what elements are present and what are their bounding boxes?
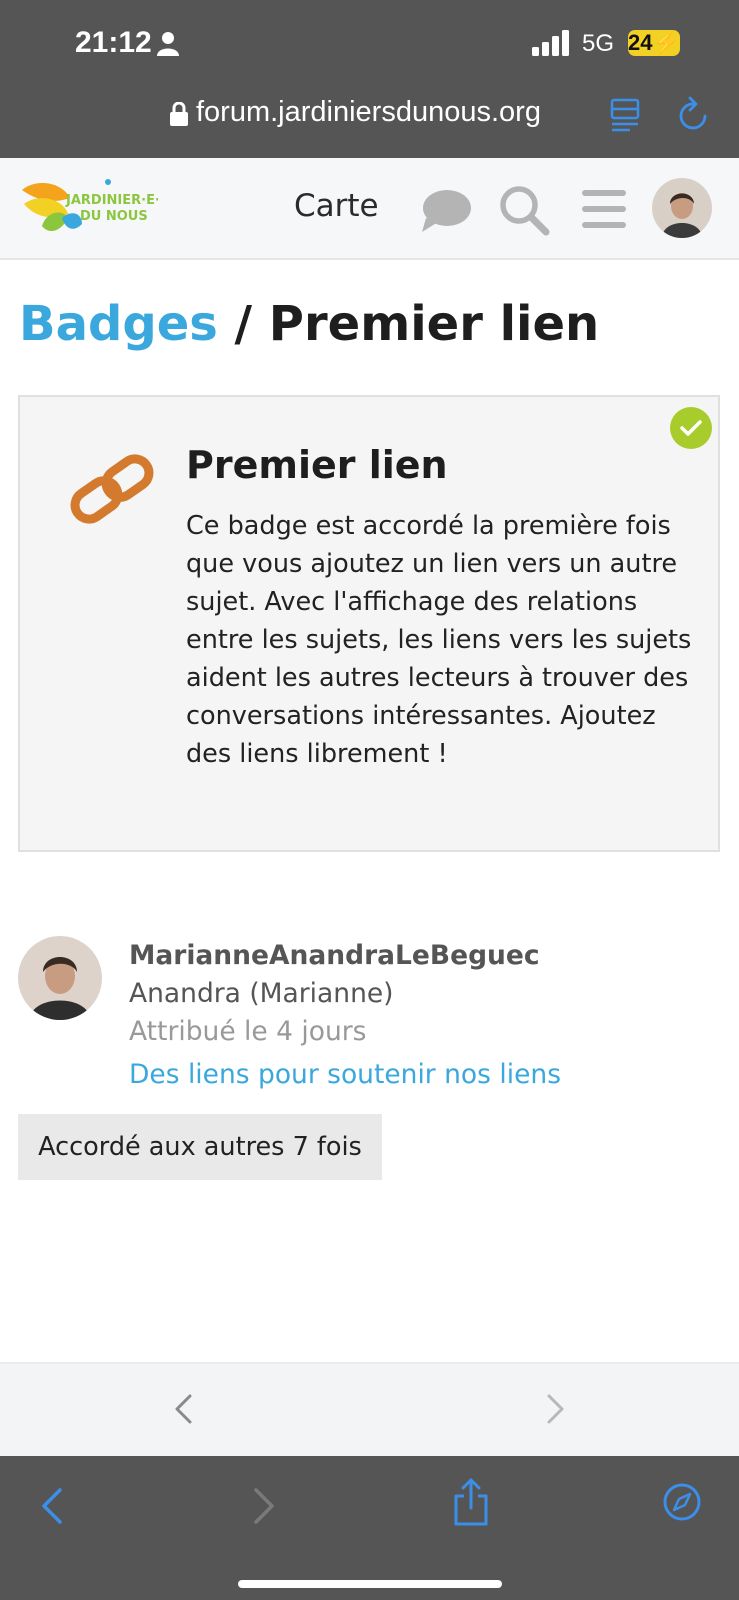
badge-title: Premier lien: [186, 443, 448, 487]
user-avatar[interactable]: [652, 178, 712, 238]
badges-link[interactable]: Badges: [19, 296, 218, 352]
badge-card: Premier lien Ce badge est accordé la pre…: [18, 395, 720, 852]
reader-mode-icon[interactable]: [610, 98, 640, 132]
home-indicator: [238, 1580, 502, 1588]
chevron-right-icon[interactable]: [545, 1392, 567, 1426]
site-header: JARDINIER·E·S DU NOUS Carte: [0, 158, 739, 260]
url-text[interactable]: forum.jardiniersdunous.org: [196, 96, 541, 129]
chevron-left-icon[interactable]: [172, 1392, 194, 1426]
back-icon[interactable]: [38, 1486, 64, 1526]
grantee-avatar[interactable]: [18, 936, 102, 1020]
grantee-username[interactable]: MarianneAnandraLeBeguec: [129, 940, 540, 971]
charging-bolt-icon: ⚡: [652, 30, 680, 55]
battery-level: 24: [628, 30, 653, 55]
link-icon: [70, 454, 154, 524]
network-type: 5G: [582, 30, 615, 57]
map-link[interactable]: Carte: [294, 188, 379, 224]
forward-icon[interactable]: [252, 1486, 278, 1526]
hamburger-menu-icon[interactable]: [582, 188, 626, 230]
page-navigation: [0, 1362, 739, 1456]
lock-icon: [170, 102, 188, 126]
granted-time: Attribué le 4 jours: [129, 1016, 367, 1047]
site-logo[interactable]: JARDINIER·E·S DU NOUS: [18, 174, 158, 244]
reload-icon[interactable]: [678, 96, 710, 132]
chat-icon[interactable]: [420, 188, 472, 234]
search-icon[interactable]: [498, 184, 550, 236]
granted-to-others-button[interactable]: Accordé aux autres 7 fois: [18, 1114, 382, 1180]
signal-icon: [532, 30, 569, 56]
person-icon: [157, 32, 179, 56]
share-icon[interactable]: [452, 1478, 490, 1526]
topic-link[interactable]: Des liens pour soutenir nos liens: [129, 1059, 561, 1090]
status-bar: 21:12 5G 24 ⚡: [0, 0, 739, 88]
browser-toolbar: [0, 1456, 739, 1600]
breadcrumb-separator: /: [217, 296, 269, 352]
browser-url-bar[interactable]: forum.jardiniersdunous.org: [0, 88, 739, 158]
status-time: 21:12: [75, 26, 152, 59]
compass-icon[interactable]: [662, 1482, 702, 1522]
logo-text-line2: DU NOUS: [80, 209, 148, 224]
breadcrumb-current: Premier lien: [268, 296, 600, 352]
logo-text-line1: JARDINIER·E·S: [65, 193, 158, 208]
grantee-name: Anandra (Marianne): [129, 978, 394, 1009]
badge-description: Ce badge est accordé la première fois qu…: [186, 511, 692, 769]
check-icon: [670, 407, 712, 449]
page-title: Badges / Premier lien: [19, 296, 599, 352]
battery-icon: 24 ⚡: [628, 30, 680, 56]
